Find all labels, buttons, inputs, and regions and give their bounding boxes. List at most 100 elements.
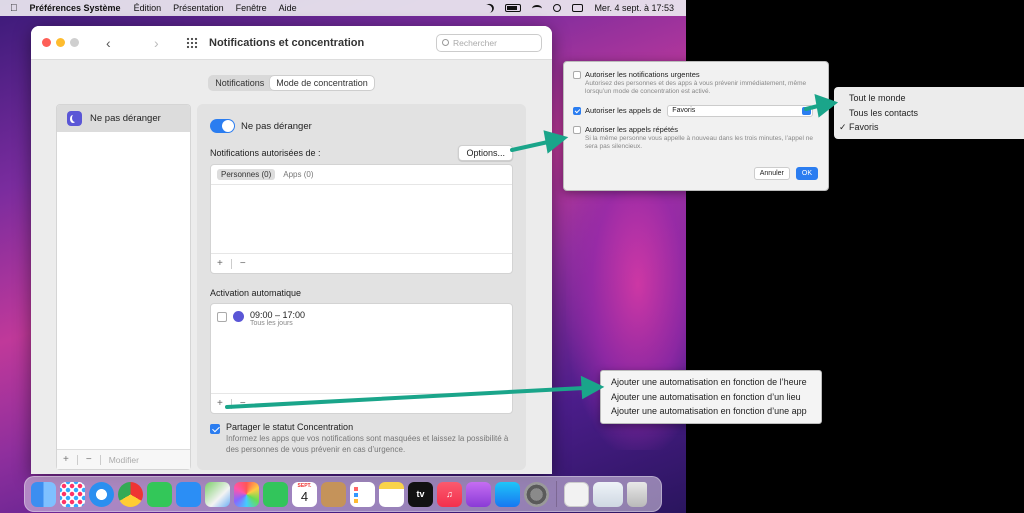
menu-help[interactable]: Aide [279, 3, 297, 13]
menu-item-favorites[interactable]: ✓ Favoris [839, 120, 1024, 135]
preferences-window: ‹ › Notifications et concentration Reche… [31, 26, 552, 474]
schedule-days: Tous les jours [250, 320, 293, 327]
wifi-icon[interactable] [532, 4, 543, 12]
menu-extras: Mer. 4 sept. à 17:53 [484, 3, 686, 13]
clock-icon [233, 311, 244, 322]
control-center-icon[interactable] [572, 4, 584, 12]
tab-apps[interactable]: Apps (0) [279, 169, 317, 180]
battery-icon[interactable] [505, 4, 522, 12]
podcasts-icon[interactable] [466, 481, 491, 507]
downloads-stack-icon[interactable] [593, 481, 623, 507]
divider [76, 454, 78, 465]
reminders-icon[interactable] [350, 481, 375, 507]
share-status-checkbox[interactable] [210, 424, 220, 434]
tv-label: tv [416, 489, 425, 499]
repeat-label: Autoriser les appels répétés [585, 124, 678, 134]
dock: SEPT. 4 tv ♫ [24, 476, 662, 512]
options-sheet: Autoriser les notifications urgentes Aut… [563, 61, 829, 191]
back-icon[interactable]: ‹ [106, 35, 132, 51]
schedule-item[interactable]: 09:00 – 17:00 Tous les jours [211, 304, 512, 333]
mail-icon[interactable] [176, 481, 201, 507]
music-icon[interactable]: ♫ [437, 481, 462, 507]
repeat-row: Autoriser les appels répétés [573, 125, 819, 134]
search-field[interactable]: Rechercher [436, 33, 542, 52]
search-icon [442, 39, 449, 46]
dnd-toggle[interactable] [210, 119, 235, 133]
forward-icon[interactable]: › [154, 35, 180, 51]
contacts-icon[interactable] [321, 481, 346, 507]
menu-edit[interactable]: Édition [134, 3, 162, 13]
menu-view[interactable]: Présentation [173, 3, 224, 13]
finder-icon[interactable] [31, 481, 56, 507]
remove-focus-button[interactable]: − [86, 454, 92, 465]
calendar-icon[interactable]: SEPT. 4 [292, 481, 317, 507]
add-focus-button[interactable]: + [63, 454, 69, 465]
remove-allowed-button[interactable]: − [240, 258, 246, 269]
tab-notifications[interactable]: Notifications [209, 76, 270, 90]
allowed-list: Personnes (0) Apps (0) + − [210, 164, 513, 274]
chrome-icon[interactable] [118, 481, 143, 507]
repeat-desc: Si la même personne vous appelle à nouve… [585, 134, 813, 151]
tab-people[interactable]: Personnes (0) [217, 169, 276, 180]
modify-button[interactable]: Modifier [109, 455, 139, 465]
spotlight-icon[interactable] [553, 4, 562, 12]
app-store-icon[interactable] [495, 481, 520, 507]
urgent-checkbox[interactable] [573, 71, 581, 79]
minimize-button[interactable] [56, 38, 65, 47]
urgent-desc: Autorisez des personnes et des apps à vo… [585, 80, 807, 96]
menu-item-everyone[interactable]: Tout le monde [849, 91, 1024, 106]
divider [230, 398, 232, 409]
window-title: Notifications et concentration [209, 36, 365, 49]
menu-window[interactable]: Fenêtre [236, 3, 267, 13]
menu-item-all-contacts[interactable]: Tous les contacts [849, 106, 1024, 121]
calls-checkbox[interactable] [573, 107, 581, 116]
notes-icon[interactable] [379, 481, 404, 507]
safari-icon[interactable] [89, 481, 114, 507]
messages-icon[interactable] [147, 481, 172, 507]
show-all-grid-icon[interactable] [186, 36, 198, 49]
ok-button[interactable]: OK [795, 167, 818, 180]
repeat-checkbox[interactable] [573, 125, 581, 134]
options-button[interactable]: Options... [458, 145, 513, 161]
calls-select[interactable]: Favoris [667, 104, 814, 117]
tab-focus[interactable]: Mode de concentration [270, 76, 374, 90]
schedule-checkbox[interactable] [217, 312, 227, 322]
add-automation-button[interactable]: + [217, 398, 223, 409]
photos-icon[interactable] [234, 481, 259, 507]
launchpad-icon[interactable] [60, 481, 85, 507]
allowed-list-footer: + − [211, 253, 512, 273]
divider [230, 258, 232, 269]
allowed-header: Notifications autorisées de : Options... [210, 145, 513, 161]
apple-menu-icon[interactable]:  [10, 3, 18, 14]
apple-tv-icon[interactable]: tv [408, 481, 433, 507]
trash-icon[interactable] [627, 481, 647, 507]
calls-row: Autoriser les appels de Favoris [573, 104, 819, 117]
menu-app-name[interactable]: Préférences Système [30, 3, 121, 13]
menu-clock[interactable]: Mer. 4 sept. à 17:53 [594, 3, 674, 13]
dnd-toggle-label: Ne pas déranger [241, 120, 312, 132]
search-placeholder: Rechercher [453, 37, 497, 48]
preview-document-icon[interactable] [564, 481, 589, 507]
zoom-button[interactable] [70, 38, 79, 47]
urgent-row: Autoriser les notifications urgentes [573, 70, 819, 79]
maps-icon[interactable] [205, 481, 230, 507]
dnd-toggle-row: Ne pas déranger [210, 119, 513, 133]
segmented-control: Notifications Mode de concentration [208, 75, 375, 91]
menu-item-app-automation[interactable]: Ajouter une automatisation en fonction d… [611, 404, 821, 419]
remove-automation-button[interactable]: − [240, 398, 246, 409]
system-preferences-icon[interactable] [524, 481, 549, 507]
menu-item-label: Favoris [849, 122, 879, 133]
focus-moon-icon[interactable] [483, 2, 496, 14]
share-status-row: Partager le statut Concentration Informe… [210, 422, 513, 456]
menu-item-location-automation[interactable]: Ajouter une automatisation en fonction d… [611, 390, 821, 405]
automation-menu: Ajouter une automatisation en fonction d… [600, 370, 822, 424]
moon-icon [67, 111, 82, 126]
add-allowed-button[interactable]: + [217, 258, 223, 269]
menu-bar:  Préférences Système Édition Présentati… [0, 0, 686, 16]
sidebar-item-do-not-disturb[interactable]: Ne pas déranger [57, 105, 190, 132]
focus-detail-panel: Ne pas déranger Notifications autorisées… [197, 104, 526, 470]
facetime-icon[interactable] [263, 481, 288, 507]
close-button[interactable] [42, 38, 51, 47]
cancel-button[interactable]: Annuler [753, 167, 790, 180]
menu-item-time-automation[interactable]: Ajouter une automatisation en fonction d… [611, 375, 821, 390]
